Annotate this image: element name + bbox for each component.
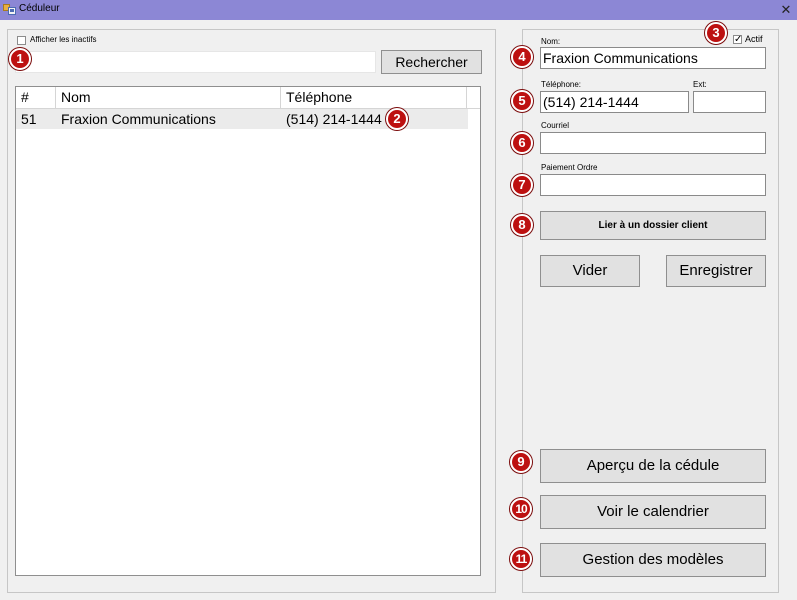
active-label: Actif (745, 34, 763, 44)
callout-6: 6 (511, 132, 533, 154)
phone-field[interactable]: (514) 214-1444 (540, 91, 689, 113)
row-phone: (514) 214-1444 (286, 111, 382, 127)
callout-10: 10 (510, 498, 532, 520)
payment-order-label: Paiement Ordre (541, 163, 598, 172)
view-calendar-button[interactable]: Voir le calendrier (540, 495, 766, 529)
ext-label: Ext: (693, 80, 707, 89)
phone-label: Téléphone: (541, 80, 582, 89)
callout-9: 9 (510, 451, 532, 473)
row-id: 51 (21, 111, 37, 127)
column-header-number[interactable]: # (16, 87, 56, 108)
callout-5: 5 (511, 90, 533, 112)
manage-templates-button[interactable]: Gestion des modèles (540, 543, 766, 577)
show-inactive-label: Afficher les inactifs (30, 35, 97, 44)
active-checkbox[interactable]: ✓ (733, 35, 742, 45)
ext-field[interactable] (693, 91, 766, 113)
window-title: Céduleur (19, 3, 60, 14)
results-list[interactable]: # Nom Téléphone 51 Fraxion Communication… (15, 86, 481, 576)
name-field[interactable]: Fraxion Communications (540, 47, 766, 69)
callout-7: 7 (511, 174, 533, 196)
callout-1: 1 (9, 48, 31, 70)
app-calendar-icon (3, 3, 16, 16)
name-label: Nom: (541, 37, 561, 46)
callout-3: 3 (705, 22, 727, 44)
title-bar: Céduleur ✕ (0, 0, 797, 20)
clear-button[interactable]: Vider (540, 255, 640, 287)
email-field[interactable] (540, 132, 766, 154)
link-client-file-button[interactable]: Lier à un dossier client (540, 211, 766, 240)
column-header-name[interactable]: Nom (56, 87, 281, 108)
column-header-phone[interactable]: Téléphone (281, 87, 467, 108)
callout-4: 4 (511, 46, 533, 68)
save-button[interactable]: Enregistrer (666, 255, 766, 287)
payment-order-field[interactable] (540, 174, 766, 196)
search-button[interactable]: Rechercher (381, 50, 482, 74)
schedule-preview-button[interactable]: Aperçu de la cédule (540, 449, 766, 483)
callout-8: 8 (511, 214, 533, 236)
callout-2: 2 (386, 108, 408, 130)
email-label: Courriel (541, 121, 570, 130)
close-button[interactable]: ✕ (775, 0, 797, 20)
search-input[interactable] (15, 51, 376, 73)
callout-11: 11 (510, 548, 532, 570)
list-header: # Nom Téléphone (16, 87, 480, 109)
show-inactive-checkbox[interactable] (17, 36, 26, 45)
row-name: Fraxion Communications (61, 111, 216, 127)
